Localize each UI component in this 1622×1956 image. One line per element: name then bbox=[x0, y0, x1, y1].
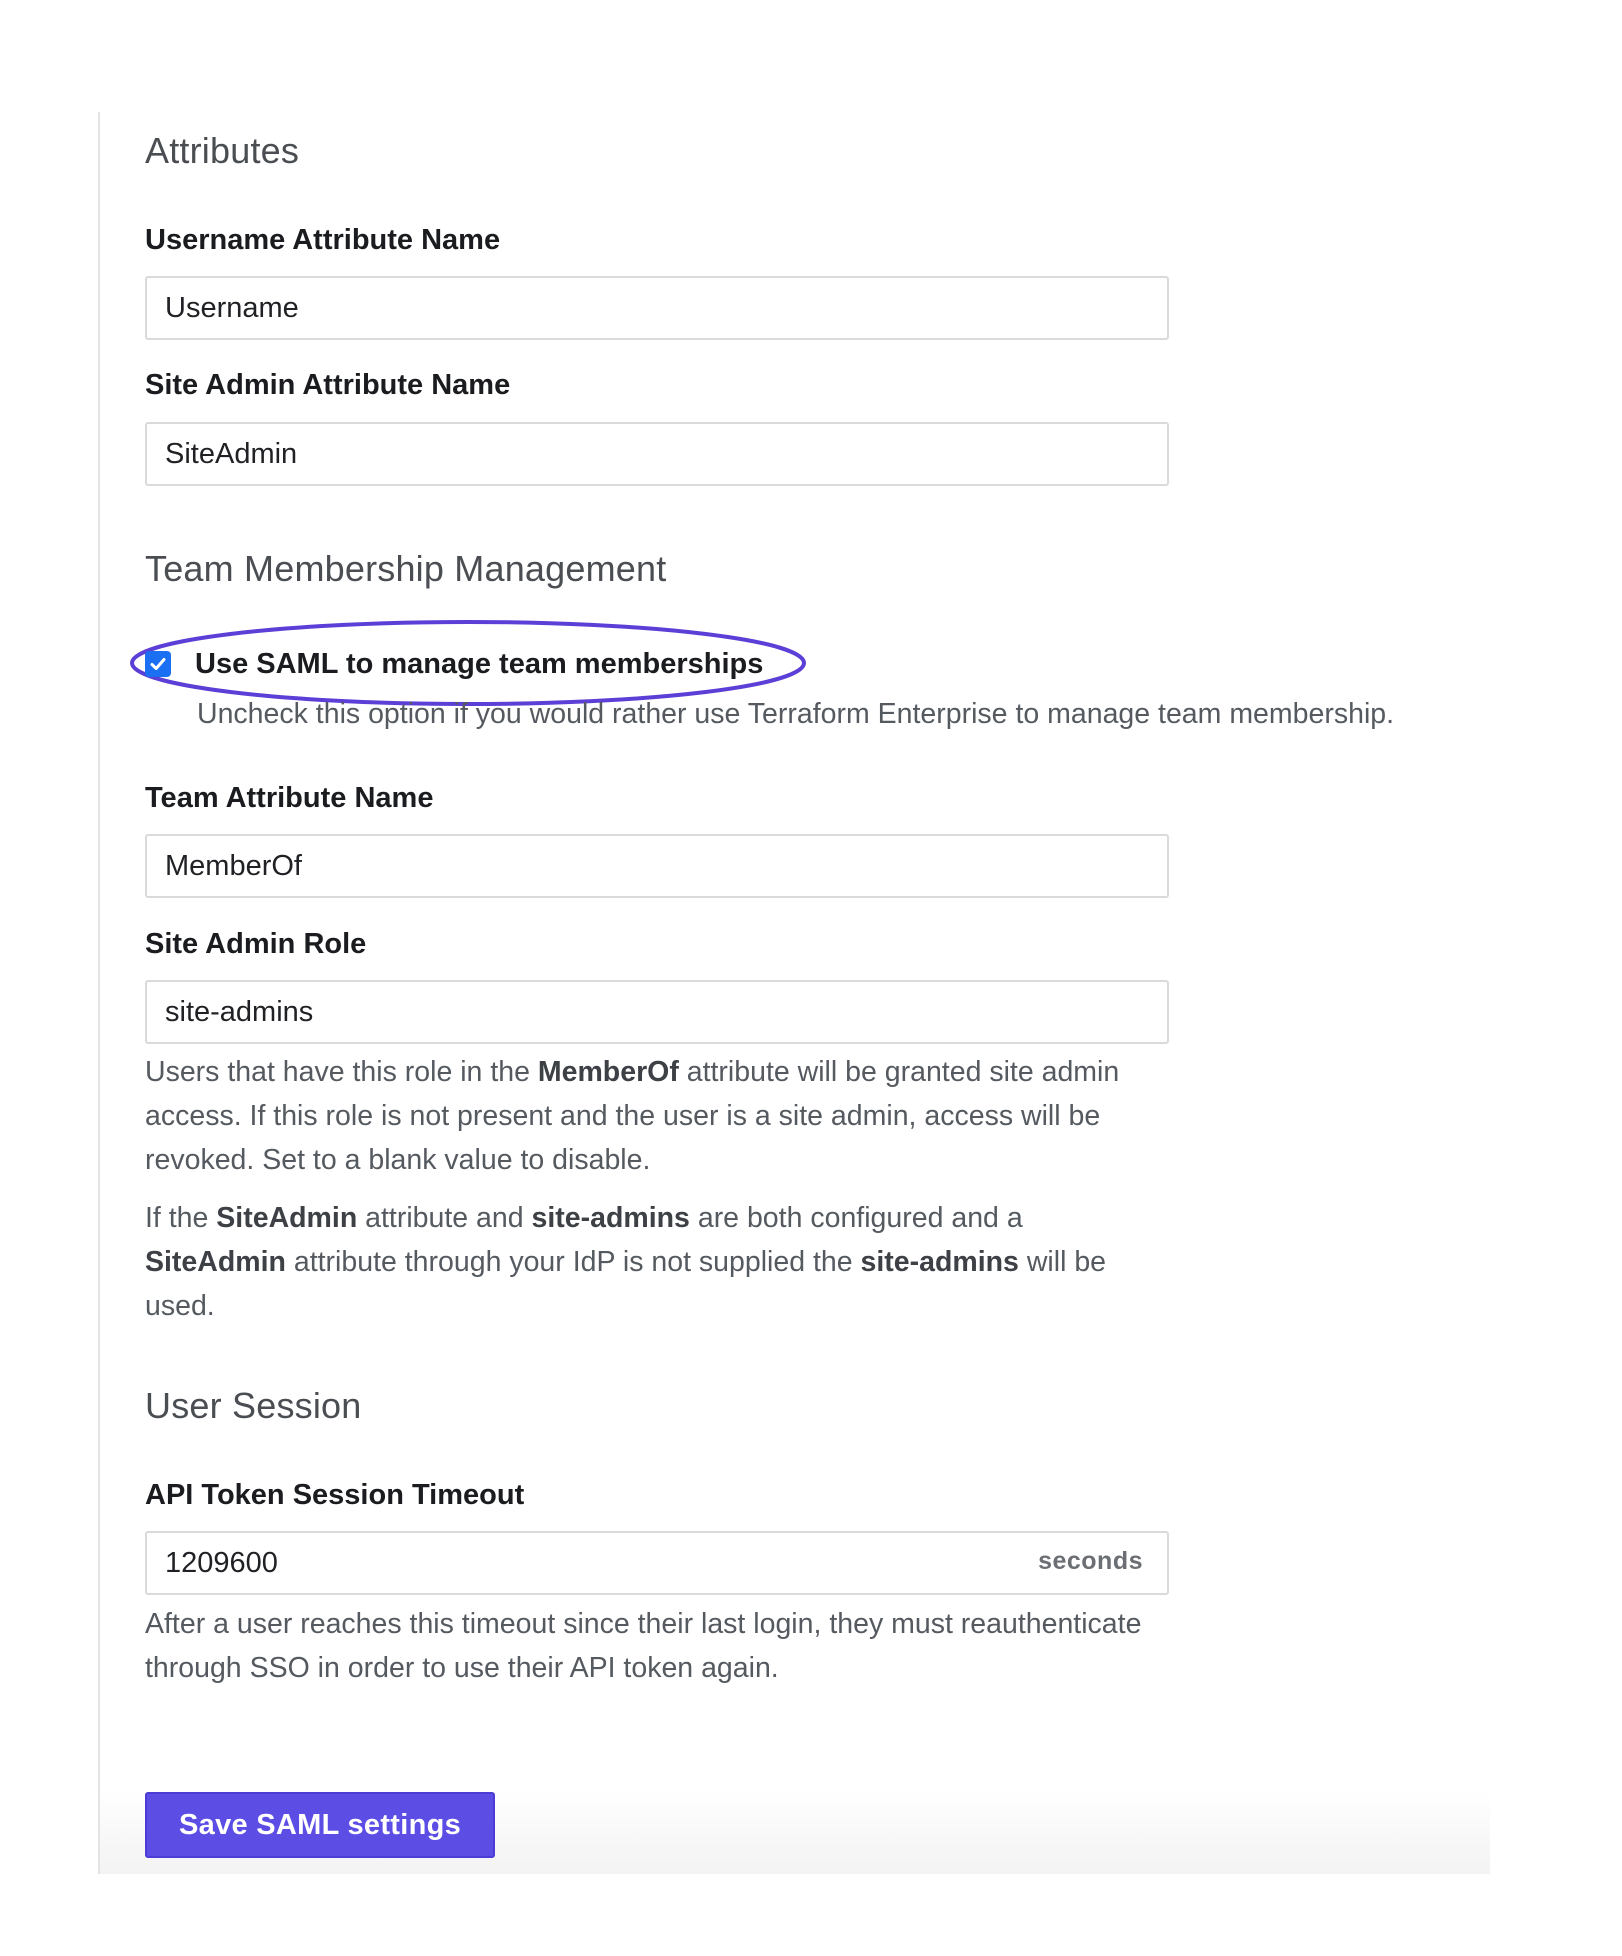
api-token-timeout-help: After a user reaches this timeout since … bbox=[145, 1608, 1142, 1684]
save-saml-settings-button[interactable]: Save SAML settings bbox=[145, 1792, 496, 1858]
saml-team-membership-toggle[interactable]: Use SAML to manage team memberships bbox=[145, 642, 763, 686]
attributes-section-title: Attributes bbox=[145, 130, 300, 171]
api-token-timeout-input[interactable] bbox=[145, 1531, 1169, 1595]
api-token-timeout-label: API Token Session Timeout bbox=[145, 1479, 525, 1511]
site-admin-role-label: Site Admin Role bbox=[145, 928, 367, 960]
team-membership-help-text: Uncheck this option if you would rather … bbox=[197, 698, 1395, 730]
username-attribute-label: Username Attribute Name bbox=[145, 224, 501, 256]
team-attribute-input[interactable] bbox=[145, 834, 1169, 898]
username-attribute-input[interactable] bbox=[145, 276, 1169, 340]
api-token-timeout-field: seconds bbox=[145, 1531, 1169, 1595]
site-admin-attribute-label: Site Admin Attribute Name bbox=[145, 369, 511, 401]
site-admin-fallback-help: If the SiteAdmin attribute and site-admi… bbox=[145, 1202, 1107, 1322]
timeout-unit-suffix: seconds bbox=[1038, 1547, 1143, 1575]
team-membership-checkbox-label[interactable]: Use SAML to manage team memberships bbox=[195, 648, 763, 681]
team-attribute-label: Team Attribute Name bbox=[145, 782, 434, 814]
user-session-section-title: User Session bbox=[145, 1385, 362, 1426]
team-membership-checkbox[interactable] bbox=[145, 651, 171, 677]
site-admin-role-help: Users that have this role in the MemberO… bbox=[145, 1056, 1120, 1176]
checkmark-icon bbox=[150, 658, 166, 670]
team-membership-section-title: Team Membership Management bbox=[145, 548, 667, 589]
saml-settings-page: Attributes Username Attribute Name Site … bbox=[0, 0, 1622, 1956]
left-divider bbox=[98, 112, 100, 1874]
site-admin-attribute-input[interactable] bbox=[145, 422, 1169, 486]
site-admin-role-input[interactable] bbox=[145, 980, 1169, 1044]
